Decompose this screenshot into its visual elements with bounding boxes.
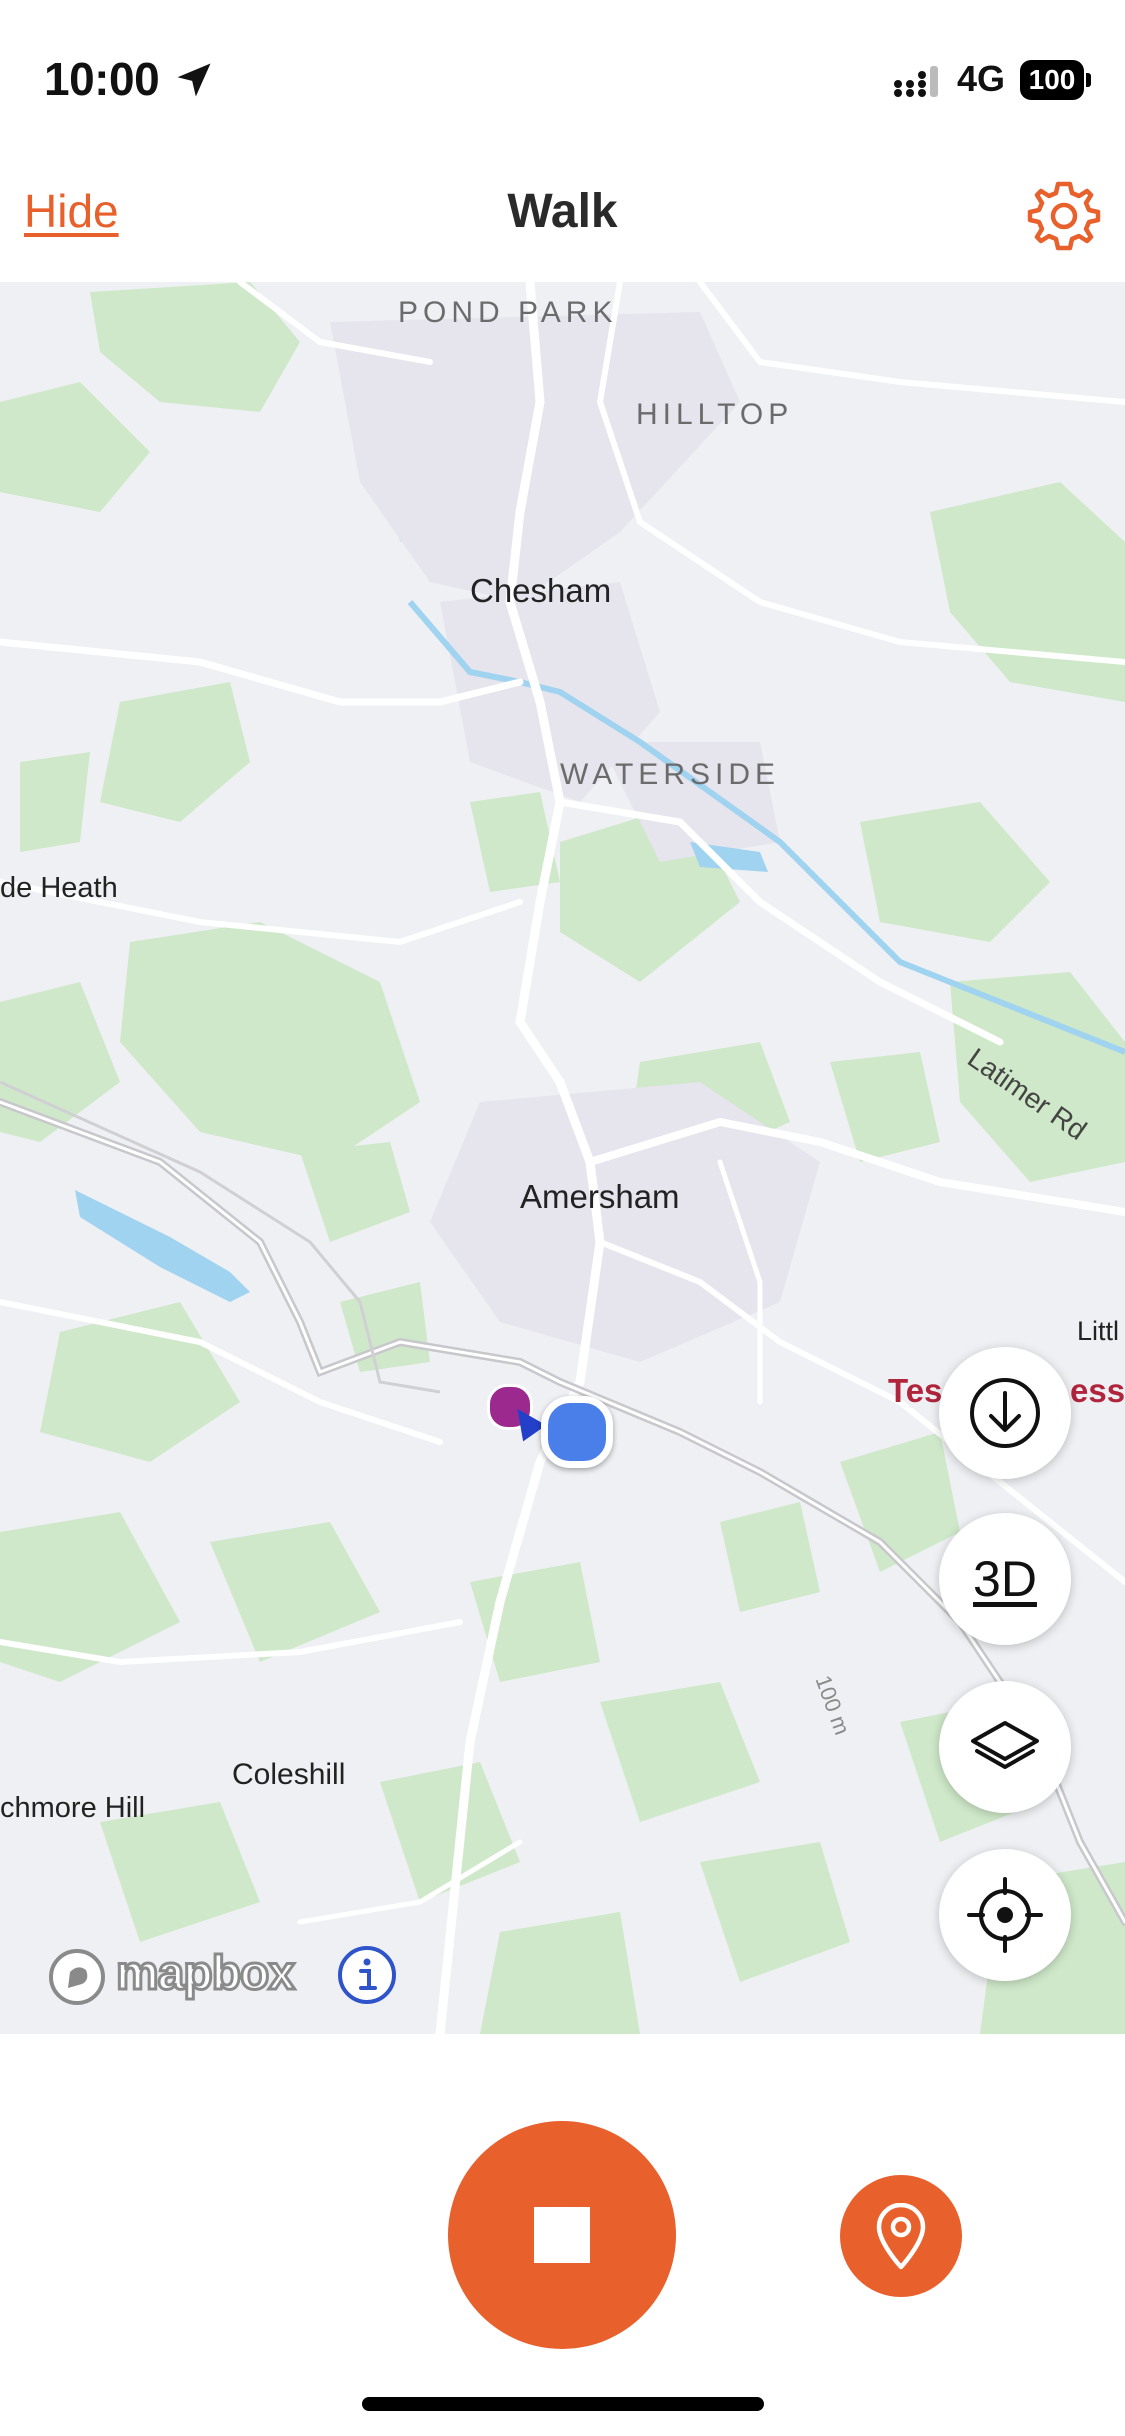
map-label-coleshill: Coleshill xyxy=(232,1758,346,1791)
layers-icon xyxy=(971,1721,1039,1769)
add-waypoint-button[interactable] xyxy=(840,2175,962,2297)
download-icon xyxy=(970,1378,1040,1448)
network-type: 4G xyxy=(957,58,1006,99)
gear-icon[interactable] xyxy=(1024,176,1104,256)
map-pin-icon xyxy=(876,2203,926,2270)
signal-icon xyxy=(894,66,938,97)
map-label-tesco-right: ess xyxy=(1070,1372,1125,1409)
3d-toggle-button[interactable]: 3D xyxy=(939,1513,1071,1645)
info-icon[interactable] xyxy=(336,1944,398,2006)
download-button[interactable] xyxy=(939,1347,1071,1479)
layers-button[interactable] xyxy=(939,1681,1071,1813)
battery-level: 100 xyxy=(1020,60,1084,100)
locate-me-button[interactable] xyxy=(939,1849,1071,1981)
nav-bar: Walk Hide xyxy=(0,150,1125,283)
home-indicator[interactable] xyxy=(362,2397,764,2411)
user-location-dot xyxy=(541,1396,613,1468)
bottom-controls xyxy=(0,2034,1125,2436)
page-title: Walk xyxy=(507,185,618,238)
hide-button[interactable]: Hide xyxy=(24,184,119,238)
battery-icon: 100 xyxy=(1020,60,1092,100)
map-label-de-heath: de Heath xyxy=(0,872,118,904)
map-view[interactable]: POND PARK HILLTOP Chesham WATERSIDE de H… xyxy=(0,282,1125,2034)
map-label-amersham: Amersham xyxy=(520,1178,680,1215)
crosshair-icon xyxy=(967,1877,1043,1953)
map-label-hilltop: HILLTOP xyxy=(636,398,794,431)
map-label-little: Littl xyxy=(1077,1316,1120,1346)
stop-icon xyxy=(534,2207,590,2263)
status-bar: 10:00 4G 100 xyxy=(0,0,1125,150)
battery-tip xyxy=(1086,73,1091,87)
stop-recording-button[interactable] xyxy=(448,2121,676,2349)
mapbox-mark-icon xyxy=(49,1949,105,2005)
location-arrow-icon xyxy=(177,63,211,97)
map-label-chesham: Chesham xyxy=(470,572,612,609)
map-label-tesco-left: Tes xyxy=(888,1372,943,1409)
status-time: 10:00 xyxy=(44,53,160,105)
map-label-chmore-hill: chmore Hill xyxy=(0,1792,146,1824)
mapbox-wordmark: mapbox xyxy=(114,1946,296,2002)
map-label-waterside: WATERSIDE xyxy=(560,758,781,791)
map-label-pond-park: POND PARK xyxy=(398,296,618,329)
